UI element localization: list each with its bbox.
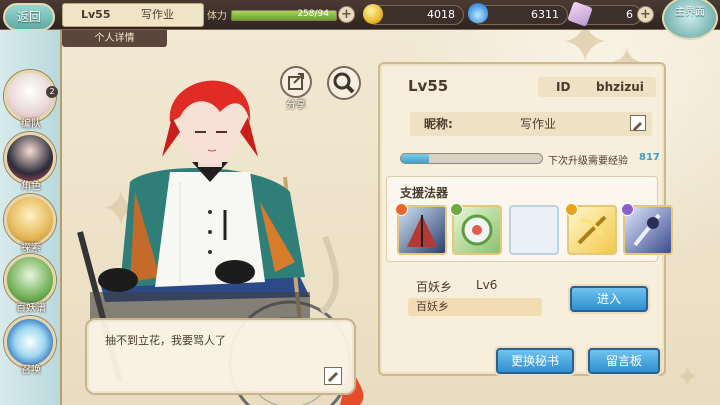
tab-personal-details[interactable]: 个人详情 bbox=[62, 30, 167, 47]
message-board-button[interactable]: 留言板 bbox=[588, 348, 660, 374]
artifact-slot-3-empty[interactable] bbox=[509, 205, 559, 255]
game-scene: ✦ ✦ ✦ ✦ bbox=[0, 0, 720, 405]
id-label: ID bbox=[556, 80, 571, 94]
yokai-village-chip: 百妖乡 bbox=[408, 298, 542, 316]
nickname-value: 写作业 bbox=[520, 117, 557, 131]
rank-star-icon bbox=[565, 203, 578, 216]
dialogue-text: 抽不到立花，我要骂人了 bbox=[105, 334, 226, 347]
nav-character-label: 角色 bbox=[21, 181, 41, 192]
nav-explore-label: 探索 bbox=[21, 243, 41, 254]
nickname-edit-icon[interactable] bbox=[630, 115, 646, 131]
ticket-add-button[interactable]: + bbox=[637, 6, 654, 23]
gold-coin-icon bbox=[363, 4, 383, 24]
team-badge: 2 bbox=[46, 86, 58, 98]
side-nav: 2 编队 角色 探索 百妖谱 召唤 bbox=[0, 30, 62, 405]
support-title: 支援法器 bbox=[400, 186, 449, 200]
stamina-label: 体力 bbox=[207, 11, 227, 22]
rank-star-icon bbox=[450, 203, 463, 216]
decor-star-icon: ✦ bbox=[675, 360, 701, 395]
nav-yokai-book-label: 百妖谱 bbox=[16, 303, 46, 314]
artifact-slot-5[interactable] bbox=[621, 203, 673, 255]
magnifier-icon bbox=[333, 72, 355, 94]
dialogue-edit-icon[interactable] bbox=[324, 367, 342, 385]
yokai-village-level: Lv6 bbox=[476, 278, 498, 292]
profile-level: Lv55 bbox=[408, 77, 449, 95]
zoom-button[interactable] bbox=[327, 66, 361, 100]
change-secretary-button[interactable]: 更换秘书 bbox=[496, 348, 574, 374]
nickname-label: 昵称: bbox=[424, 117, 453, 131]
player-name: 写作业 bbox=[141, 8, 174, 21]
share-icon bbox=[288, 73, 304, 90]
artifact-slot-1[interactable] bbox=[395, 203, 447, 255]
enter-button[interactable]: 进入 bbox=[570, 286, 648, 312]
share-button[interactable] bbox=[280, 66, 312, 98]
player-level: Lv55 bbox=[81, 8, 111, 21]
stamina-add-button[interactable]: + bbox=[338, 6, 355, 23]
nav-team-label: 编队 bbox=[21, 119, 41, 130]
gem-value: 6311 bbox=[531, 8, 559, 21]
id-value: bhzizui bbox=[596, 80, 644, 94]
back-button[interactable]: 返回 bbox=[3, 3, 55, 31]
rank-star-icon bbox=[395, 203, 408, 216]
nav-character[interactable]: 角色 bbox=[4, 132, 58, 192]
nav-yokai-book[interactable]: 百妖谱 bbox=[4, 254, 58, 314]
support-artifacts: 支援法器 bbox=[386, 176, 673, 262]
exp-fill bbox=[401, 154, 430, 163]
exp-bar bbox=[400, 153, 543, 164]
nav-explore[interactable]: 探索 bbox=[4, 194, 58, 254]
ticket-value: 6 bbox=[626, 8, 633, 21]
stamina-value: 258/94 bbox=[297, 9, 329, 19]
gold-value: 4018 bbox=[427, 8, 455, 21]
profile-panel: Lv55 ID bhzizui 昵称: 写作业 下次升级需要经验 817 支援法… bbox=[378, 62, 673, 376]
exp-label: 下次升级需要经验 bbox=[548, 156, 628, 167]
artifact-slot-4[interactable] bbox=[565, 203, 617, 255]
nav-summon[interactable]: 召唤 bbox=[4, 316, 58, 376]
yokai-village-name: 百妖乡 bbox=[416, 280, 453, 294]
id-chip: ID bhzizui bbox=[538, 77, 656, 97]
share-label: 分享 bbox=[286, 100, 306, 111]
artifact-slot-2[interactable] bbox=[450, 203, 502, 255]
rank-star-icon bbox=[621, 203, 634, 216]
exp-value: 817 bbox=[639, 152, 660, 163]
home-button[interactable]: 主界面 bbox=[662, 0, 718, 40]
nav-team[interactable]: 2 编队 bbox=[4, 70, 58, 130]
secretary-dialogue[interactable]: 抽不到立花，我要骂人了 bbox=[85, 318, 356, 395]
nickname-row: 昵称: 写作业 bbox=[410, 112, 652, 136]
blue-flame-icon bbox=[468, 3, 488, 23]
nav-summon-label: 召唤 bbox=[21, 365, 41, 376]
player-chip: Lv55 写作业 bbox=[62, 3, 204, 27]
stamina-meter: 体力 258/94 bbox=[205, 5, 351, 25]
